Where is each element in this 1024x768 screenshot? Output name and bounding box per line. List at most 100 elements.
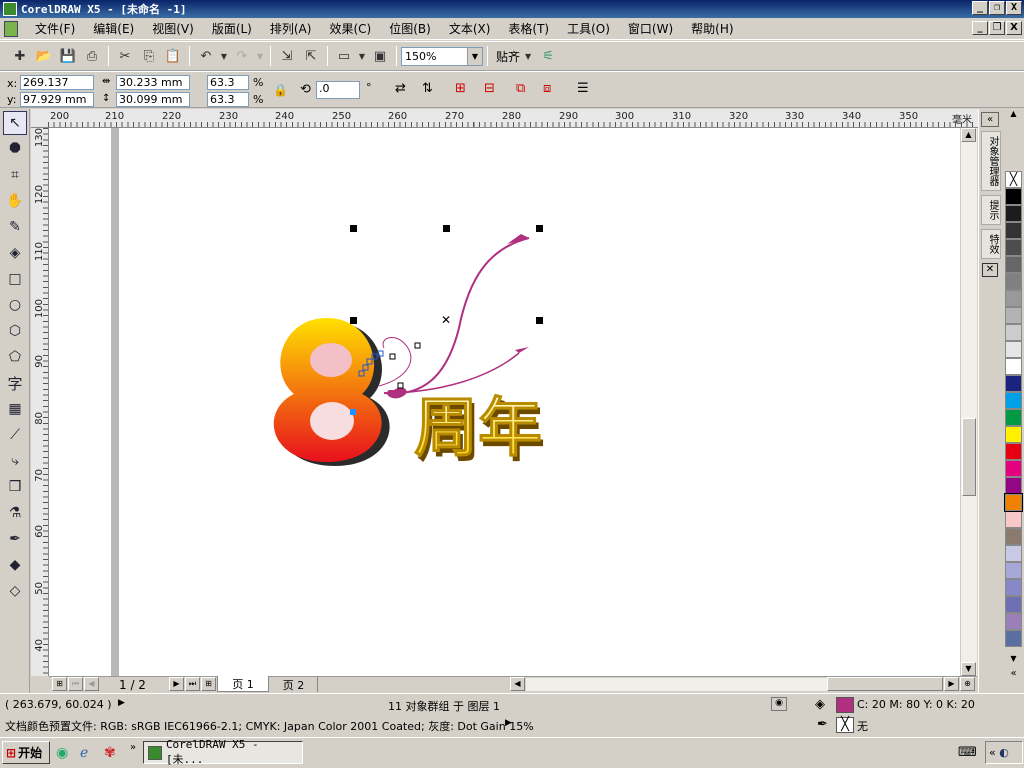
tab-page-1[interactable]: 页 1 [217,676,269,692]
eyedropper-tool-icon[interactable]: ⚗ [3,501,27,525]
docker-tab-effects[interactable]: 特效 [981,229,1001,259]
menu-table[interactable]: 表格(T) [499,20,558,37]
redo-dropdown-icon[interactable]: ▼ [255,45,265,67]
pick-tool-icon[interactable]: ↖ [3,111,27,135]
menu-text[interactable]: 文本(X) [440,20,500,37]
blend-tool-icon[interactable]: ❒ [3,475,27,499]
ie-icon[interactable]: ℯ [80,745,88,761]
launcher-dropdown-icon[interactable]: ▼ [357,45,367,67]
width-field[interactable]: 30.233 mm [116,75,190,90]
menu-help[interactable]: 帮助(H) [682,20,742,37]
menu-file[interactable]: 文件(F) [26,20,84,37]
height-field[interactable]: 30.099 mm [116,92,190,107]
palette-swatch[interactable] [1005,545,1022,562]
dimension-tool-icon[interactable]: ⟋ [3,423,27,447]
tab-page-2[interactable]: 页 2 [270,677,318,692]
break-apart-icon[interactable]: ⧈ [543,81,551,96]
outline-pen-tool-icon[interactable]: ✒ [3,527,27,551]
horizontal-scroll-thumb[interactable] [827,677,943,691]
digit-eight-graphic[interactable] [273,318,390,466]
snap-dropdown-icon[interactable]: ▼ [521,45,535,67]
palette-swatch[interactable] [1004,493,1023,512]
align-distribute-icon[interactable]: ☰ [577,81,589,96]
close-button[interactable]: X [1006,1,1022,15]
status-arrow-icon[interactable]: ▶ [118,698,125,708]
palette-swatch[interactable] [1005,290,1022,307]
keyboard-icon[interactable]: ⌨ [958,745,977,760]
no-color-swatch[interactable]: ╳ [1005,171,1022,188]
vertical-scroll-thumb[interactable] [962,418,976,496]
center-marker-icon[interactable]: ✕ [441,313,451,327]
palette-swatch[interactable] [1005,443,1022,460]
lock-ratio-icon[interactable]: 🔒 [273,83,288,97]
selection-handle[interactable] [536,317,543,324]
group-icon[interactable]: ⊞ [455,81,466,96]
rectangle-tool-icon[interactable]: □ [3,267,27,291]
pan-tool-icon[interactable]: ✋ [3,189,27,213]
ruler-corner[interactable] [31,109,49,128]
palette-swatch[interactable] [1005,324,1022,341]
palette-swatch[interactable] [1005,613,1022,630]
palette-swatch[interactable] [1005,409,1022,426]
selection-handle[interactable] [350,225,357,232]
copy-icon[interactable]: ⎘ [138,45,160,67]
vertical-ruler[interactable]: 130 120 110 100 90 80 70 60 50 40 [31,128,49,676]
start-button[interactable]: ⊞ 开始 [2,741,50,764]
docker-tab-object-manager[interactable]: 对象管理器 [981,131,1001,191]
zoom-navigator-icon[interactable]: ⊕ [960,677,975,691]
quicklaunch-more-icon[interactable]: » [130,742,136,753]
taskbar-task-coreldraw[interactable]: CorelDRAW X5 - [未... [143,738,303,766]
vertical-scrollbar[interactable]: ▲ ▼ [960,128,977,676]
palette-swatch[interactable] [1005,341,1022,358]
mirror-vertical-icon[interactable]: ⇅ [422,81,433,96]
drawing-canvas[interactable]: 周年 周年 8 ✕ [49,128,960,676]
node-handle[interactable] [350,409,356,415]
palette-swatch[interactable] [1005,630,1022,647]
selection-handle[interactable] [536,225,543,232]
menu-arrange[interactable]: 排列(A) [261,20,321,37]
selection-handle[interactable] [350,317,357,324]
palette-swatch[interactable] [1005,375,1022,392]
node-handle[interactable] [397,382,404,389]
text-tool-icon[interactable]: 字 [3,371,27,395]
menu-edit[interactable]: 编辑(E) [84,20,143,37]
menu-tools[interactable]: 工具(O) [558,20,619,37]
scroll-left-icon[interactable]: ◀ [510,677,525,691]
palette-swatch[interactable] [1005,426,1022,443]
scale-x-field[interactable]: 63.3 [207,75,249,90]
cut-icon[interactable]: ✂ [114,45,136,67]
chevron-down-icon[interactable]: ▼ [467,47,482,65]
palette-swatch[interactable] [1005,511,1022,528]
anniversary-text[interactable]: 周年 [414,392,543,467]
x-position-field[interactable]: 269.137 mm [20,75,94,102]
polygon-tool-icon[interactable]: ⬡ [3,319,27,343]
palette-swatch[interactable] [1005,460,1022,477]
prev-page-icon[interactable]: ◀ [84,677,99,691]
scroll-down-icon[interactable]: ▼ [961,662,976,676]
fill-tool-icon[interactable]: ◆ [3,553,27,577]
menu-view[interactable]: 视图(V) [143,20,203,37]
snap-to-label[interactable]: 贴齐 [496,48,520,65]
freehand-tool-icon[interactable]: ✎ [3,215,27,239]
menu-effects[interactable]: 效果(C) [320,20,380,37]
palette-swatch[interactable] [1005,307,1022,324]
first-page-icon[interactable]: ⏮ [68,677,83,691]
new-document-icon[interactable]: ✚ [9,45,31,67]
options-icon[interactable]: ⚟ [537,45,559,67]
palette-swatch[interactable] [1005,596,1022,613]
color-profile-info[interactable]: 文档颜色预置文件: RGB: sRGB IEC61966-2.1; CMYK: … [5,718,534,734]
color-proof-icon[interactable]: ◉ [771,697,787,711]
doc-close-button[interactable]: X [1006,21,1022,35]
menu-window[interactable]: 窗口(W) [619,20,682,37]
node-handle[interactable] [414,342,421,349]
connector-tool-icon[interactable]: ⤷ [3,449,27,473]
browser-icon[interactable]: ◉ [56,745,68,761]
add-page-after-icon[interactable]: ⊞ [201,677,216,691]
last-page-icon[interactable]: ⏭ [185,677,200,691]
add-page-icon[interactable]: ⊞ [52,677,67,691]
ungroup-icon[interactable]: ⊟ [484,81,495,96]
print-icon[interactable]: ⎙ [81,45,103,67]
basic-shapes-tool-icon[interactable]: ⬠ [3,345,27,369]
shape-tool-icon[interactable]: ⯃ [3,137,27,161]
crop-tool-icon[interactable]: ⌗ [3,163,27,187]
